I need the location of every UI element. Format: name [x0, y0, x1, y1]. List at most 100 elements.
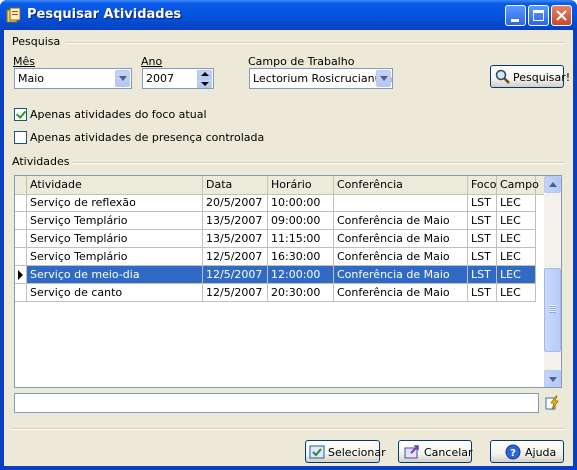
cell-atividade[interactable]: Serviço de reflexão	[27, 194, 203, 212]
column-header-atividade[interactable]: Atividade	[27, 176, 203, 194]
month-dropdown-button[interactable]	[115, 70, 130, 87]
cell-atividade[interactable]: Serviço Templário	[27, 212, 203, 230]
year-up-button[interactable]	[197, 70, 212, 79]
table-row[interactable]: Serviço de meio-dia 12/5/2007 12:00:00 Conf…	[15, 266, 546, 284]
year-stepper[interactable]: 2007	[142, 68, 214, 89]
vertical-scrollbar[interactable]	[544, 176, 561, 387]
magnifier-icon	[495, 69, 510, 84]
cell-campo[interactable]: LEC	[497, 230, 536, 248]
month-label: Mês	[13, 55, 35, 68]
cell-conferencia[interactable]: Conferência de Maio	[334, 266, 468, 284]
svg-text:?: ?	[510, 448, 516, 459]
cell-horario[interactable]: 11:15:00	[268, 230, 334, 248]
table-row[interactable]: Serviço Templário 12/5/2007 16:30:00 Confer…	[15, 248, 546, 266]
cell-horario[interactable]: 12:00:00	[268, 266, 334, 284]
controlled-presence-checkbox[interactable]	[14, 131, 27, 144]
chevron-down-icon	[201, 82, 209, 86]
select-check-icon	[309, 445, 325, 459]
field-select[interactable]: Lectorium Rosicrucianum	[249, 68, 393, 89]
column-header-foco[interactable]: Foco	[468, 176, 497, 194]
scroll-up-button[interactable]	[544, 176, 561, 193]
cell-campo[interactable]: LEC	[497, 266, 536, 284]
current-row-arrow-icon	[18, 270, 23, 280]
cell-atividade[interactable]: Serviço Templário	[27, 248, 203, 266]
chevron-down-icon	[380, 76, 388, 81]
table-header: Atividade Data Horário Conferência Foco …	[15, 176, 546, 195]
cell-horario[interactable]: 20:30:00	[268, 284, 334, 302]
grip-icon	[549, 305, 556, 313]
cell-conferencia[interactable]: Conferência de Maio	[334, 230, 468, 248]
scroll-thumb[interactable]	[544, 268, 561, 352]
help-button-label: Ajuda	[525, 446, 557, 459]
cell-foco[interactable]: LST	[468, 266, 497, 284]
cell-data[interactable]: 13/5/2007	[203, 212, 268, 230]
column-header-horario[interactable]: Horário	[268, 176, 334, 194]
field-dropdown-button[interactable]	[376, 70, 391, 87]
year-label: Ano	[141, 55, 163, 68]
title-bar[interactable]: Pesquisar Atividades	[0, 0, 577, 30]
cell-atividade[interactable]: Serviço Templário	[27, 230, 203, 248]
cell-conferencia[interactable]: Conferência de Maio	[334, 248, 468, 266]
cell-foco[interactable]: LST	[468, 230, 497, 248]
column-header-data[interactable]: Data	[203, 176, 268, 194]
current-focus-label[interactable]: Apenas atividades do foco atual	[30, 108, 207, 121]
cell-conferencia[interactable]	[334, 194, 468, 212]
cell-data[interactable]: 12/5/2007	[203, 248, 268, 266]
cell-data[interactable]: 13/5/2007	[203, 230, 268, 248]
close-button[interactable]	[551, 5, 572, 26]
cell-foco[interactable]: LST	[468, 248, 497, 266]
row-indicator	[15, 212, 27, 230]
cancel-button[interactable]: Cancelar	[398, 440, 473, 463]
month-value: Maio	[18, 72, 45, 85]
help-icon: ?	[505, 444, 521, 460]
maximize-button[interactable]	[528, 5, 549, 26]
cell-data[interactable]: 12/5/2007	[203, 284, 268, 302]
dialog-window: Pesquisar Atividades Pesquisa Mês Maio A…	[0, 0, 577, 470]
table-row[interactable]: Serviço Templário 13/5/2007 09:00:00 Confer…	[15, 212, 546, 230]
cell-horario[interactable]: 10:00:00	[268, 194, 334, 212]
cell-campo[interactable]: LEC	[497, 212, 536, 230]
scroll-down-button[interactable]	[544, 370, 561, 387]
cell-atividade[interactable]: Serviço de canto	[27, 284, 203, 302]
cell-data[interactable]: 20/5/2007	[203, 194, 268, 212]
help-button[interactable]: ? Ajuda	[490, 440, 564, 463]
cell-data[interactable]: 12/5/2007	[203, 266, 268, 284]
month-select[interactable]: Maio	[14, 68, 132, 89]
table-row[interactable]: Serviço de reflexão 20/5/2007 10:00:00 LST L…	[15, 194, 546, 212]
cell-campo[interactable]: LEC	[497, 284, 536, 302]
field-label: Campo de Trabalho	[248, 55, 355, 68]
minimize-button[interactable]	[505, 5, 526, 26]
lightning-edit-icon[interactable]	[544, 395, 560, 411]
cell-foco[interactable]: LST	[468, 194, 497, 212]
select-button[interactable]: Selecionar	[305, 440, 386, 463]
column-header-campo[interactable]: Campo	[497, 176, 539, 194]
cell-campo[interactable]: LEC	[497, 194, 536, 212]
chevron-up-icon	[549, 182, 557, 187]
filter-input[interactable]	[14, 393, 539, 413]
cell-atividade[interactable]: Serviço de meio-dia	[27, 266, 203, 284]
cell-horario[interactable]: 09:00:00	[268, 212, 334, 230]
year-down-button[interactable]	[197, 79, 212, 88]
app-icon	[6, 7, 21, 23]
row-indicator	[15, 194, 27, 212]
table-row[interactable]: Serviço de canto 12/5/2007 20:30:00 Conferê…	[15, 284, 546, 302]
cell-horario[interactable]: 16:30:00	[268, 248, 334, 266]
row-indicator	[15, 230, 27, 248]
select-button-label: Selecionar	[328, 446, 386, 459]
cell-foco[interactable]: LST	[468, 284, 497, 302]
cell-campo[interactable]: LEC	[497, 248, 536, 266]
table-row[interactable]: Serviço Templário 13/5/2007 11:15:00 Confer…	[15, 230, 546, 248]
column-header-conferencia[interactable]: Conferência	[334, 176, 468, 194]
cell-conferencia[interactable]: Conferência de Maio	[334, 284, 468, 302]
cell-foco[interactable]: LST	[468, 212, 497, 230]
search-button[interactable]: Pesquisar!	[490, 65, 570, 88]
cell-conferencia[interactable]: Conferência de Maio	[334, 212, 468, 230]
minimize-icon	[511, 19, 519, 22]
chevron-down-icon	[549, 377, 557, 382]
controlled-presence-label[interactable]: Apenas atividades de presença controlada	[30, 131, 264, 144]
group-divider	[66, 42, 564, 44]
current-focus-checkbox[interactable]	[14, 108, 27, 121]
activities-table[interactable]: Atividade Data Horário Conferência Foco …	[14, 175, 562, 388]
cancel-icon	[404, 445, 419, 459]
group-divider	[72, 162, 564, 164]
